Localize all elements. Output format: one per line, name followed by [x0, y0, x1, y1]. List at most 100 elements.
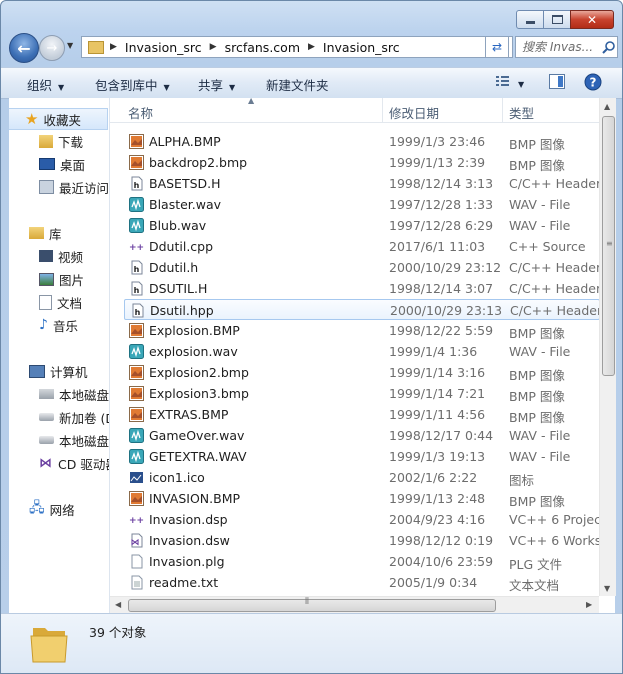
- scroll-up-icon[interactable]: ▲: [604, 102, 610, 111]
- sidebar-favorites[interactable]: ★ 收藏夹: [9, 108, 108, 130]
- file-row[interactable]: h Dsutil.hpp 2000/10/29 23:13 C/C++ Header: [124, 299, 602, 320]
- vertical-scroll-thumb[interactable]: ≡: [602, 116, 615, 376]
- scroll-right-icon[interactable]: ▶: [586, 600, 592, 609]
- sidebar-computer-label: 计算机: [50, 364, 88, 380]
- column-type[interactable]: 类型: [509, 103, 534, 122]
- chevron-down-icon: ▼: [518, 80, 525, 89]
- sidebar-item-pictures[interactable]: 图片: [39, 269, 84, 289]
- file-row[interactable]: h Ddutil.h 2000/10/29 23:12 C/C++ Header: [124, 257, 601, 278]
- item-count: 39 个对象: [89, 625, 147, 640]
- file-type: WAV - File: [509, 218, 571, 233]
- bmp-icon: [129, 407, 144, 422]
- column-date[interactable]: 修改日期: [389, 103, 439, 122]
- breadcrumb-item[interactable]: Invasion_src: [125, 40, 202, 55]
- refresh-button[interactable]: ⇄: [485, 36, 509, 58]
- file-row[interactable]: Invasion.plg 2004/10/6 23:59 PLG 文件: [124, 551, 600, 572]
- file-row[interactable]: Explosion3.bmp 1999/1/14 7:21 BMP 图像: [124, 383, 600, 404]
- sidebar-item-downloads[interactable]: 下载: [39, 131, 83, 151]
- help-button[interactable]: ?: [584, 73, 602, 94]
- breadcrumb-separator-icon[interactable]: ▶: [210, 42, 217, 52]
- sidebar-network[interactable]: 🖧 网络: [29, 499, 75, 519]
- recent-pages-dropdown[interactable]: ▼: [67, 41, 73, 50]
- bmp-icon: [129, 491, 144, 506]
- preview-pane-button[interactable]: [549, 74, 565, 92]
- drive-icon: [39, 413, 54, 421]
- visual-studio-icon: ⋈: [39, 455, 52, 471]
- file-name: Blub.wav: [149, 218, 207, 233]
- minimize-button[interactable]: [516, 10, 544, 29]
- file-row[interactable]: h DSUTIL.H 1998/12/14 3:07 C/C++ Header: [124, 278, 601, 299]
- file-date: 1999/1/11 4:56: [389, 407, 486, 422]
- column-name[interactable]: 名称: [128, 103, 153, 122]
- file-type: BMP 图像: [509, 389, 565, 404]
- sidebar-item-desktop[interactable]: 桌面: [39, 154, 85, 174]
- breadcrumb-item[interactable]: srcfans.com: [225, 40, 300, 55]
- scroll-left-icon[interactable]: ◀: [115, 600, 121, 609]
- file-date: 1999/1/14 7:21: [389, 386, 486, 401]
- file-row[interactable]: ++ Ddutil.cpp 2017/6/1 11:03 C++ Source: [124, 236, 600, 257]
- search-icon[interactable]: [602, 40, 616, 54]
- sidebar-item-music[interactable]: ♪ 音乐: [39, 315, 78, 335]
- file-row[interactable]: readme.txt 2005/1/9 0:34 文本文档: [124, 572, 600, 593]
- maximize-icon: [551, 15, 563, 24]
- file-name: Ddutil.h: [149, 260, 199, 275]
- breadcrumb-item[interactable]: Invasion_src: [323, 40, 400, 55]
- organize-button[interactable]: 组织 ▼: [27, 75, 64, 94]
- column-divider[interactable]: [502, 98, 503, 122]
- sidebar-item-documents[interactable]: 文档: [39, 292, 82, 312]
- scroll-down-icon[interactable]: ▼: [604, 584, 610, 593]
- file-row[interactable]: Blub.wav 1997/12/28 6:29 WAV - File: [124, 215, 600, 236]
- horizontal-scroll-thumb[interactable]: ⦀: [128, 597, 496, 612]
- file-row[interactable]: EXTRAS.BMP 1999/1/11 4:56 BMP 图像: [124, 404, 600, 425]
- maximize-button[interactable]: [543, 10, 571, 29]
- file-row[interactable]: GameOver.wav 1998/12/17 0:44 WAV - File: [124, 425, 600, 446]
- search-box[interactable]: [515, 36, 618, 58]
- file-row[interactable]: backdrop2.bmp 1999/1/13 2:39 BMP 图像: [124, 152, 600, 173]
- sidebar-computer[interactable]: 计算机: [29, 361, 88, 381]
- vertical-scrollbar[interactable]: ▲ ≡ ▼: [599, 98, 616, 596]
- file-row[interactable]: GETEXTRA.WAV 1999/1/3 19:13 WAV - File: [124, 446, 600, 467]
- file-row[interactable]: Explosion2.bmp 1999/1/14 3:16 BMP 图像: [124, 362, 600, 383]
- share-button[interactable]: 共享 ▼: [198, 75, 235, 94]
- address-bar[interactable]: ▶ Invasion_src ▶ srcfans.com ▶ Invasion_…: [81, 36, 513, 58]
- svg-text:h: h: [134, 286, 140, 295]
- sidebar-library[interactable]: 库: [29, 223, 62, 243]
- new-folder-button[interactable]: 新建文件夹: [266, 75, 329, 94]
- file-row[interactable]: ALPHA.BMP 1999/1/3 23:46 BMP 图像: [124, 131, 600, 152]
- breadcrumb-separator-icon[interactable]: ▶: [110, 42, 117, 52]
- back-button[interactable]: ←: [9, 33, 39, 63]
- column-divider[interactable]: [382, 98, 383, 122]
- include-in-library-button[interactable]: 包含到库中 ▼: [95, 75, 170, 94]
- sidebar-item-cd-drive[interactable]: ⋈ CD 驱动器: [39, 453, 109, 473]
- sidebar-item-recent[interactable]: 最近访问: [39, 177, 109, 197]
- file-row[interactable]: explosion.wav 1999/1/4 1:36 WAV - File: [124, 341, 600, 362]
- documents-icon: [39, 294, 52, 310]
- network-icon: 🖧: [29, 500, 45, 516]
- view-dropdown[interactable]: ▼: [518, 75, 524, 90]
- file-date: 1998/12/22 5:59: [389, 323, 494, 338]
- file-row[interactable]: ⋈ Invasion.dsw 1998/12/12 0:19 VC++ 6 Works…: [124, 530, 610, 551]
- breadcrumb-separator-icon[interactable]: ▶: [308, 42, 315, 52]
- forward-button[interactable]: →: [39, 35, 65, 61]
- file-name: GETEXTRA.WAV: [149, 449, 247, 464]
- sidebar-item-label: 音乐: [52, 318, 78, 334]
- file-row[interactable]: ++ Invasion.dsp 2004/9/23 4:16 VC++ 6 Proje…: [124, 509, 606, 530]
- file-row[interactable]: INVASION.BMP 1999/1/13 2:48 BMP 图像: [124, 488, 600, 509]
- close-button[interactable]: ✕: [570, 10, 614, 29]
- file-row[interactable]: h BASETSD.H 1998/12/14 3:13 C/C++ Header: [124, 173, 601, 194]
- file-row[interactable]: Blaster.wav 1997/12/28 1:33 WAV - File: [124, 194, 600, 215]
- horizontal-scrollbar[interactable]: ◀ ⦀ ▶: [110, 596, 599, 614]
- file-row[interactable]: Explosion.BMP 1998/12/22 5:59 BMP 图像: [124, 320, 600, 341]
- view-options-button[interactable]: [495, 74, 511, 91]
- file-type: WAV - File: [509, 197, 571, 212]
- sidebar-item-new-volume-d[interactable]: 新加卷 (D: [39, 407, 109, 427]
- file-row[interactable]: icon1.ico 2002/1/6 2:22 图标: [124, 467, 600, 488]
- sidebar-item-local-disk-c[interactable]: 本地磁盘: [39, 384, 109, 404]
- sidebar-item-local-disk[interactable]: 本地磁盘: [39, 430, 109, 450]
- search-input[interactable]: [516, 39, 602, 55]
- sidebar-item-videos[interactable]: 视频: [39, 246, 83, 266]
- svg-text:h: h: [134, 265, 140, 274]
- column-header: ▲ 名称 修改日期 类型: [110, 96, 600, 123]
- chevron-down-icon: ▼: [163, 83, 170, 92]
- file-type: BMP 图像: [509, 137, 565, 152]
